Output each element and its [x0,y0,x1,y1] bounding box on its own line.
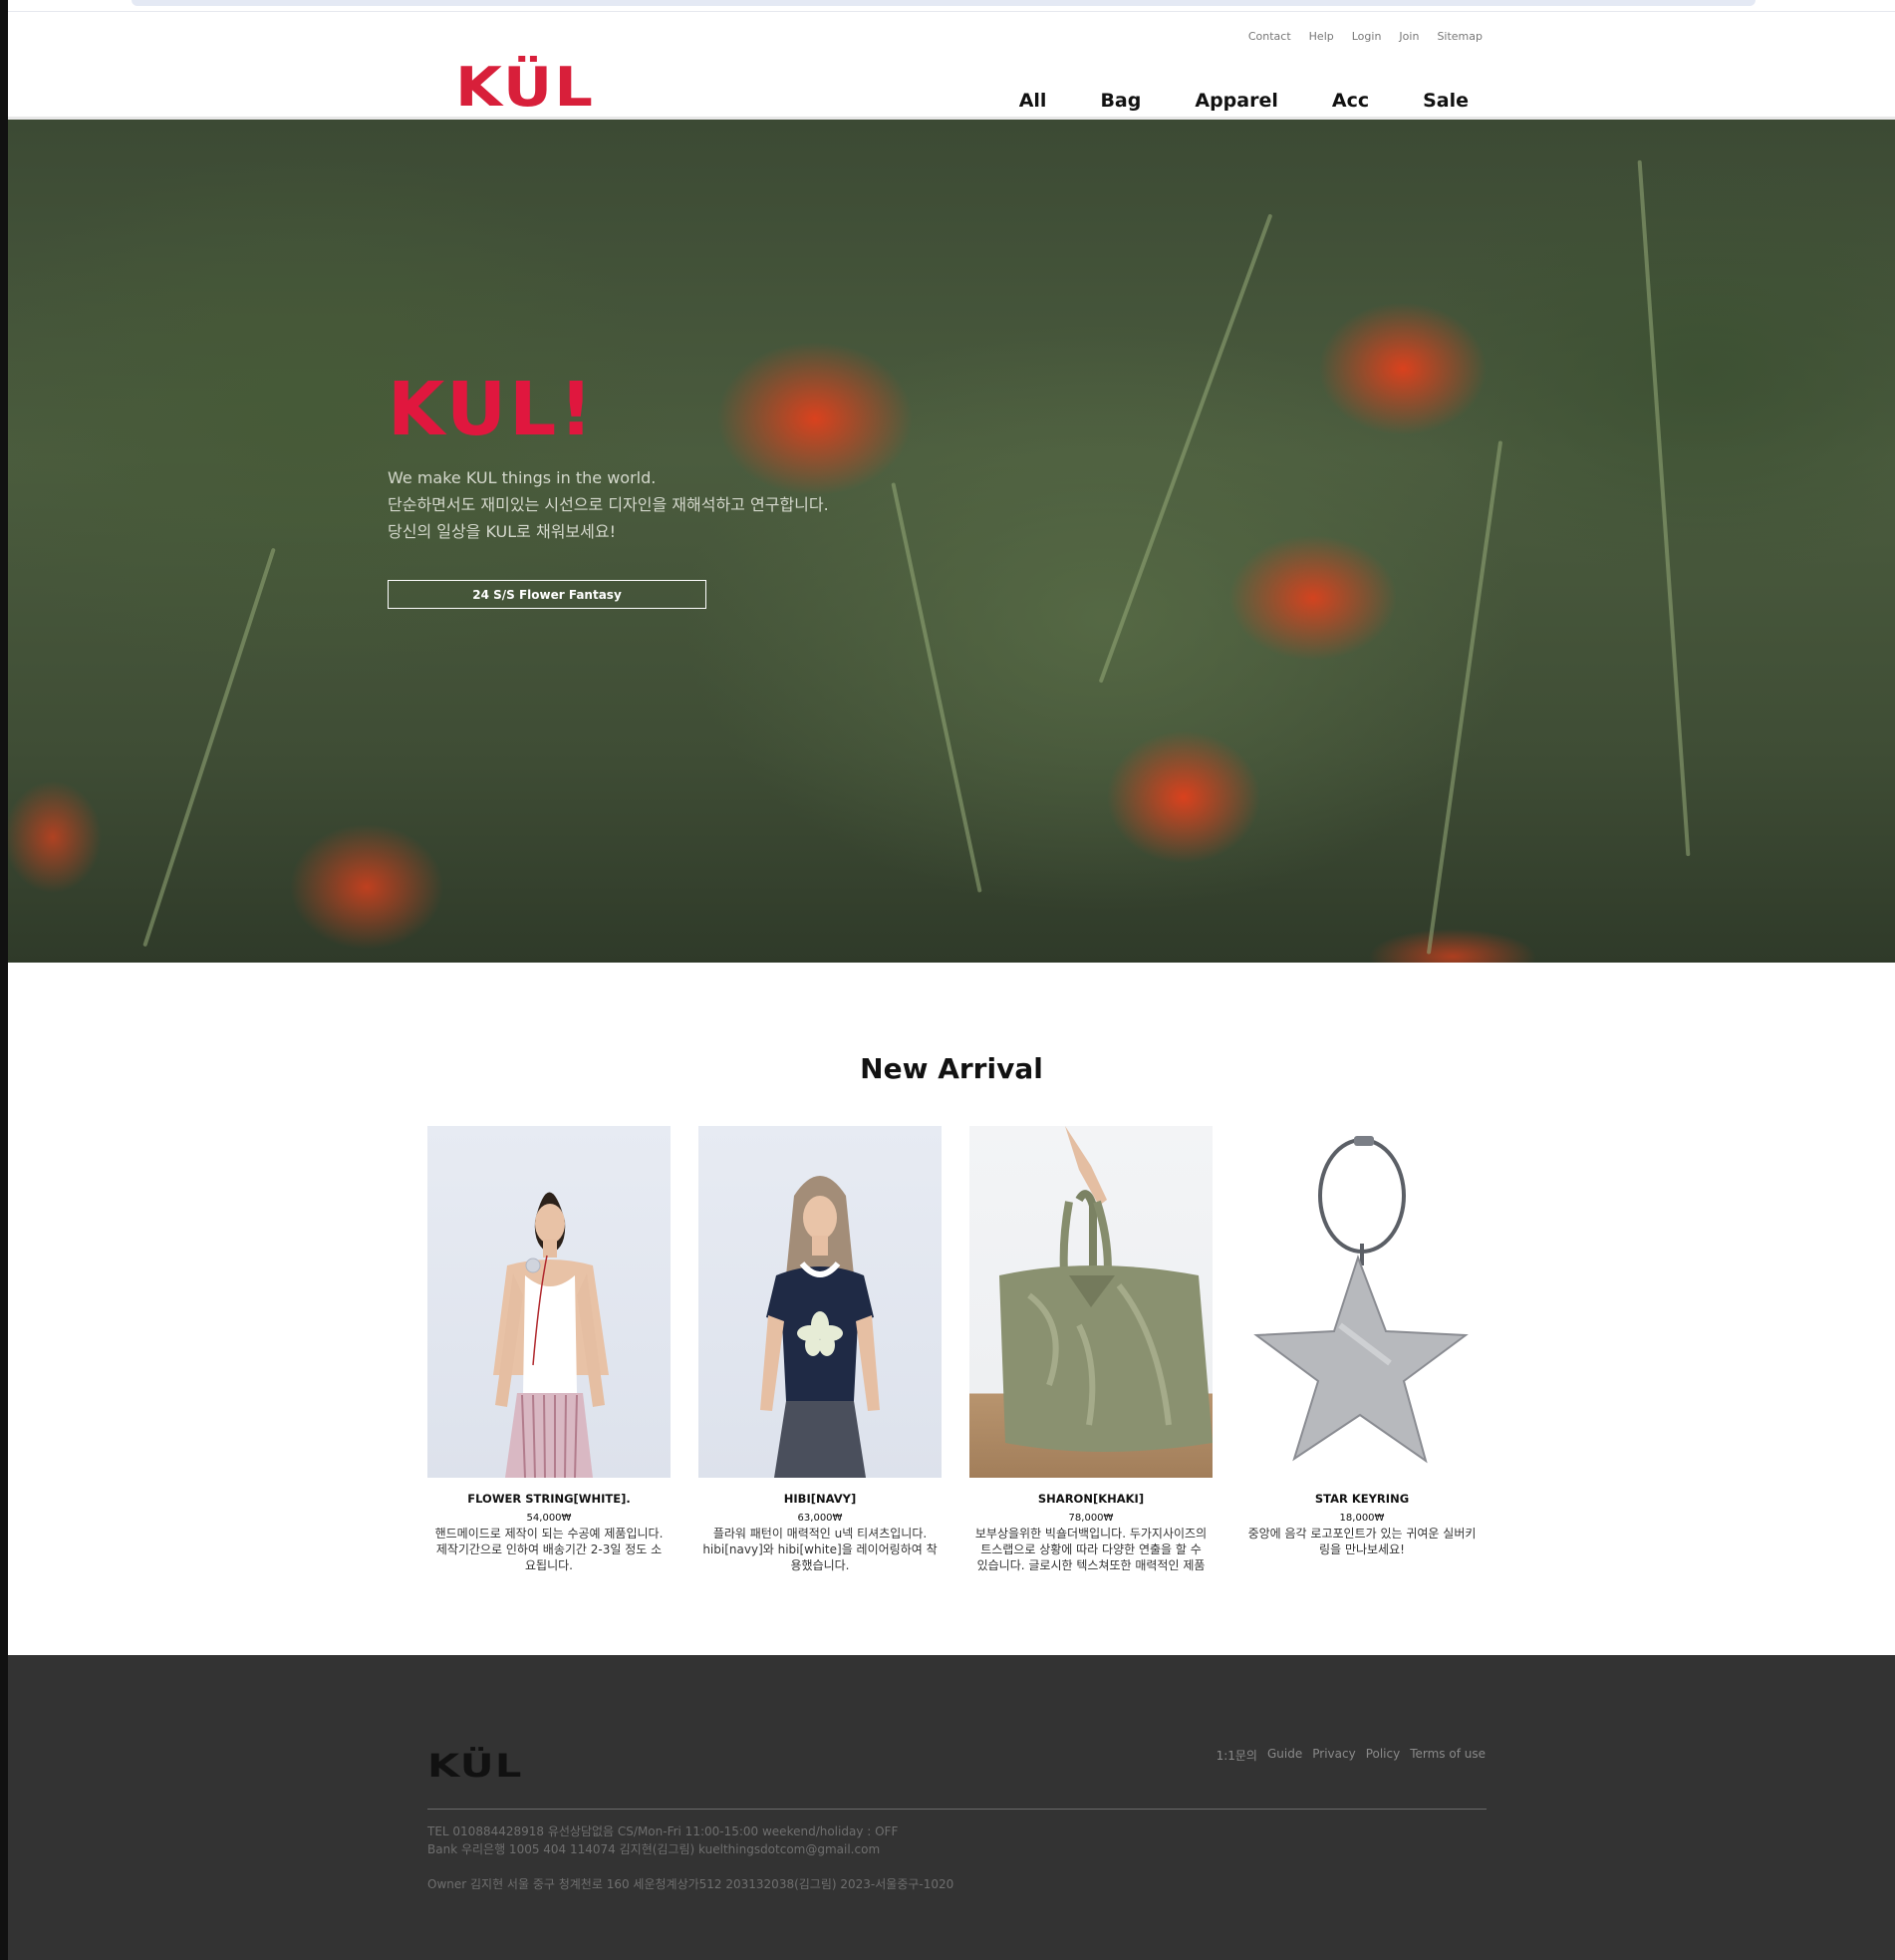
section-title-new-arrival: New Arrival [860,1052,1043,1085]
product-description: 중앙에 음각 로고포인트가 있는 귀여운 실버키링을 만나보세요! [1247,1527,1477,1556]
product-description: 보부상을위한 빅숄더백입니다. 두가지사이즈의 트스랩으로 상황에 따라 다양한… [974,1527,1208,1572]
footer-link-privacy[interactable]: Privacy [1312,1747,1355,1764]
hero-decor-stem [1426,440,1503,955]
util-link-help[interactable]: Help [1309,30,1334,43]
nav-item-all[interactable]: All [1019,90,1047,112]
product-photo-model-white-top [493,1192,609,1478]
site-footer: KÜL 1:1문의 Guide Privacy Policy Terms of … [8,1655,1895,1960]
hero-decor-stem [891,482,982,893]
product-card[interactable]: STAR KEYRING 18,000₩ 중앙에 음각 로고포인트가 있는 귀여… [1240,1126,1484,1573]
hero-cta-button[interactable]: 24 S/S Flower Fantasy [388,580,706,609]
nav-item-sale[interactable]: Sale [1423,90,1469,112]
util-link-sitemap[interactable]: Sitemap [1437,30,1483,43]
product-image-flower-string[interactable] [427,1126,671,1478]
product-card[interactable]: SHARON[KHAKI] 78,000₩ 보부상을위한 빅숄더백입니다. 두가… [969,1126,1213,1573]
hero-copy: We make KUL things in the world. 단순하면서도 … [388,464,829,545]
footer-link-terms[interactable]: Terms of use [1410,1747,1486,1764]
util-link-contact[interactable]: Contact [1248,30,1291,43]
product-image-star-keyring[interactable] [1240,1126,1484,1478]
product-name[interactable]: FLOWER STRING[WHITE]. [427,1492,671,1506]
top-scroll-bar [132,0,1756,6]
nav-item-apparel[interactable]: Apparel [1195,90,1278,112]
footer-link-guide[interactable]: Guide [1267,1747,1302,1764]
browser-top-strip [8,0,1895,12]
product-photo-khaki-tote [999,1126,1213,1452]
hero-decor-stem [1637,159,1691,857]
product-price: 18,000₩ [1339,1513,1385,1524]
nav-item-acc[interactable]: Acc [1332,90,1369,112]
hero-banner: KUL! We make KUL things in the world. 단순… [8,120,1895,963]
footer-link-inquiry[interactable]: 1:1문의 [1217,1747,1257,1764]
footer-info-contact: TEL 010884428918 유선상담없음 CS/Mon-Fri 11:00… [427,1824,899,1838]
product-name[interactable]: SHARON[KHAKI] [969,1492,1213,1506]
utility-nav: Contact Help Login Join Sitemap [1248,30,1483,43]
footer-divider [427,1809,1487,1810]
product-card[interactable]: FLOWER STRING[WHITE]. 54,000₩ 핸드메이드로 제작이… [427,1126,671,1573]
hero-decor-stem [142,547,276,948]
site-header: Contact Help Login Join Sitemap KÜL All … [8,12,1895,120]
hero-line-1: We make KUL things in the world. [388,468,657,487]
footer-info-owner: Owner 김지현 서울 중구 청계천로 160 세운청계상가512 20313… [427,1877,954,1891]
product-image-hibi-navy[interactable] [698,1126,942,1478]
hero-decor-stem [1098,213,1273,684]
hero-title: KUL! [388,367,597,452]
product-card[interactable]: HIBI[NAVY] 63,000₩ 플라워 패턴이 매력적인 u넥 티셔츠입니… [698,1126,942,1573]
footer-info-bank: Bank 우리은행 1005 404 114074 김지현(김그림) kuelt… [427,1842,881,1856]
util-link-login[interactable]: Login [1352,30,1382,43]
product-photo-star-keyring [1253,1136,1469,1464]
footer-company-info: TEL 010884428918 유선상담없음 CS/Mon-Fri 11:00… [427,1822,953,1893]
footer-links: 1:1문의 Guide Privacy Policy Terms of use [1217,1747,1486,1764]
product-image-sharon-khaki[interactable] [969,1126,1213,1478]
hero-line-3: 당신의 일상을 KUL로 채워보세요! [388,522,616,541]
product-description: 핸드메이드로 제작이 되는 수공예 제품입니다. 제작기간으로 인하여 배송기간… [434,1527,664,1572]
nav-item-bag[interactable]: Bag [1100,90,1141,112]
footer-link-policy[interactable]: Policy [1366,1747,1401,1764]
main-nav: All Bag Apparel Acc Sale [1019,90,1469,112]
product-photo-model-navy-tee [760,1176,880,1478]
product-name[interactable]: STAR KEYRING [1240,1492,1484,1506]
product-price: 63,000₩ [797,1513,843,1524]
brand-logo[interactable]: KÜL [455,60,595,116]
product-name[interactable]: HIBI[NAVY] [698,1492,942,1506]
product-price: 78,000₩ [1068,1513,1114,1524]
product-price: 54,000₩ [526,1513,572,1524]
hero-line-2: 단순하면서도 재미있는 시선으로 디자인을 재해석하고 연구합니다. [388,495,829,514]
window-left-edge [0,0,8,1960]
product-list: FLOWER STRING[WHITE]. 54,000₩ 핸드메이드로 제작이… [427,1126,1484,1573]
product-description: 플라워 패턴이 매력적인 u넥 티셔츠입니다. hibi[navy]와 hibi… [702,1527,938,1572]
footer-logo[interactable]: KÜL [427,1747,523,1785]
util-link-join[interactable]: Join [1399,30,1419,43]
